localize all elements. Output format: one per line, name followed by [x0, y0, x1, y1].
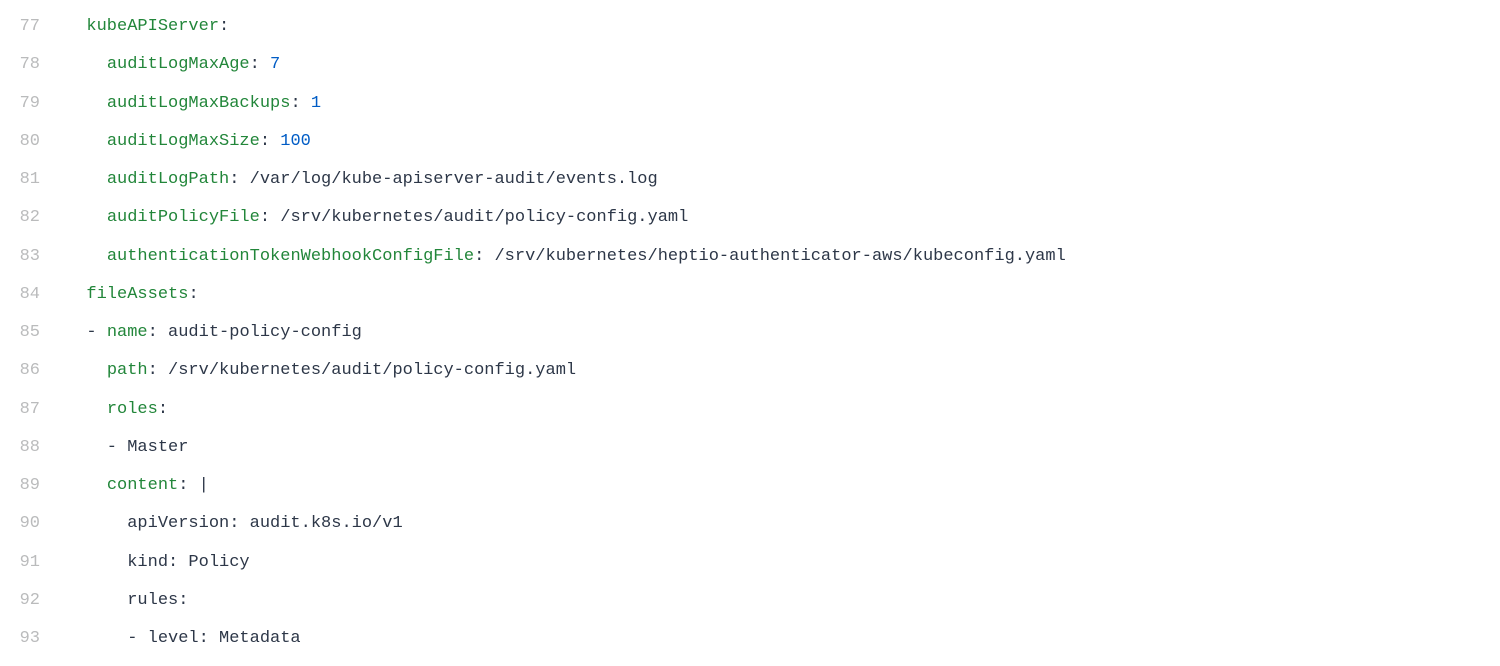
line-content: auditLogMaxBackups: 1 — [66, 85, 1500, 123]
line-number: 78 — [0, 46, 66, 84]
line-content: authenticationTokenWebhookConfigFile: /s… — [66, 238, 1500, 276]
code-block: 77 kubeAPIServer:78 auditLogMaxAge: 779 … — [0, 8, 1500, 658]
code-line: 80 auditLogMaxSize: 100 — [0, 123, 1500, 161]
line-content: roles: — [66, 391, 1500, 429]
line-number: 90 — [0, 505, 66, 543]
code-line: 92 rules: — [0, 582, 1500, 620]
line-content: rules: — [66, 582, 1500, 620]
line-number: 85 — [0, 314, 66, 352]
code-line: 90 apiVersion: audit.k8s.io/v1 — [0, 505, 1500, 543]
code-line: 91 kind: Policy — [0, 544, 1500, 582]
line-content: - Master — [66, 429, 1500, 467]
line-content: content: | — [66, 467, 1500, 505]
code-line: 82 auditPolicyFile: /srv/kubernetes/audi… — [0, 199, 1500, 237]
code-line: 79 auditLogMaxBackups: 1 — [0, 85, 1500, 123]
line-number: 92 — [0, 582, 66, 620]
line-number: 89 — [0, 467, 66, 505]
line-content: path: /srv/kubernetes/audit/policy-confi… — [66, 352, 1500, 390]
line-number: 82 — [0, 199, 66, 237]
line-number: 77 — [0, 8, 66, 46]
line-content: auditLogPath: /var/log/kube-apiserver-au… — [66, 161, 1500, 199]
line-content: fileAssets: — [66, 276, 1500, 314]
line-content: - name: audit-policy-config — [66, 314, 1500, 352]
code-line: 89 content: | — [0, 467, 1500, 505]
line-content: apiVersion: audit.k8s.io/v1 — [66, 505, 1500, 543]
line-number: 80 — [0, 123, 66, 161]
line-number: 83 — [0, 238, 66, 276]
code-line: 88 - Master — [0, 429, 1500, 467]
code-line: 87 roles: — [0, 391, 1500, 429]
line-content: kubeAPIServer: — [66, 8, 1500, 46]
line-number: 81 — [0, 161, 66, 199]
code-line: 93 - level: Metadata — [0, 620, 1500, 658]
code-line: 84 fileAssets: — [0, 276, 1500, 314]
line-number: 84 — [0, 276, 66, 314]
line-number: 88 — [0, 429, 66, 467]
line-content: auditLogMaxAge: 7 — [66, 46, 1500, 84]
line-number: 91 — [0, 544, 66, 582]
line-content: - level: Metadata — [66, 620, 1500, 658]
code-line: 83 authenticationTokenWebhookConfigFile:… — [0, 238, 1500, 276]
line-number: 86 — [0, 352, 66, 390]
code-line: 77 kubeAPIServer: — [0, 8, 1500, 46]
line-number: 79 — [0, 85, 66, 123]
line-content: auditPolicyFile: /srv/kubernetes/audit/p… — [66, 199, 1500, 237]
code-line: 85 - name: audit-policy-config — [0, 314, 1500, 352]
code-line: 86 path: /srv/kubernetes/audit/policy-co… — [0, 352, 1500, 390]
line-content: auditLogMaxSize: 100 — [66, 123, 1500, 161]
code-line: 81 auditLogPath: /var/log/kube-apiserver… — [0, 161, 1500, 199]
line-number: 93 — [0, 620, 66, 658]
line-content: kind: Policy — [66, 544, 1500, 582]
line-number: 87 — [0, 391, 66, 429]
code-line: 78 auditLogMaxAge: 7 — [0, 46, 1500, 84]
